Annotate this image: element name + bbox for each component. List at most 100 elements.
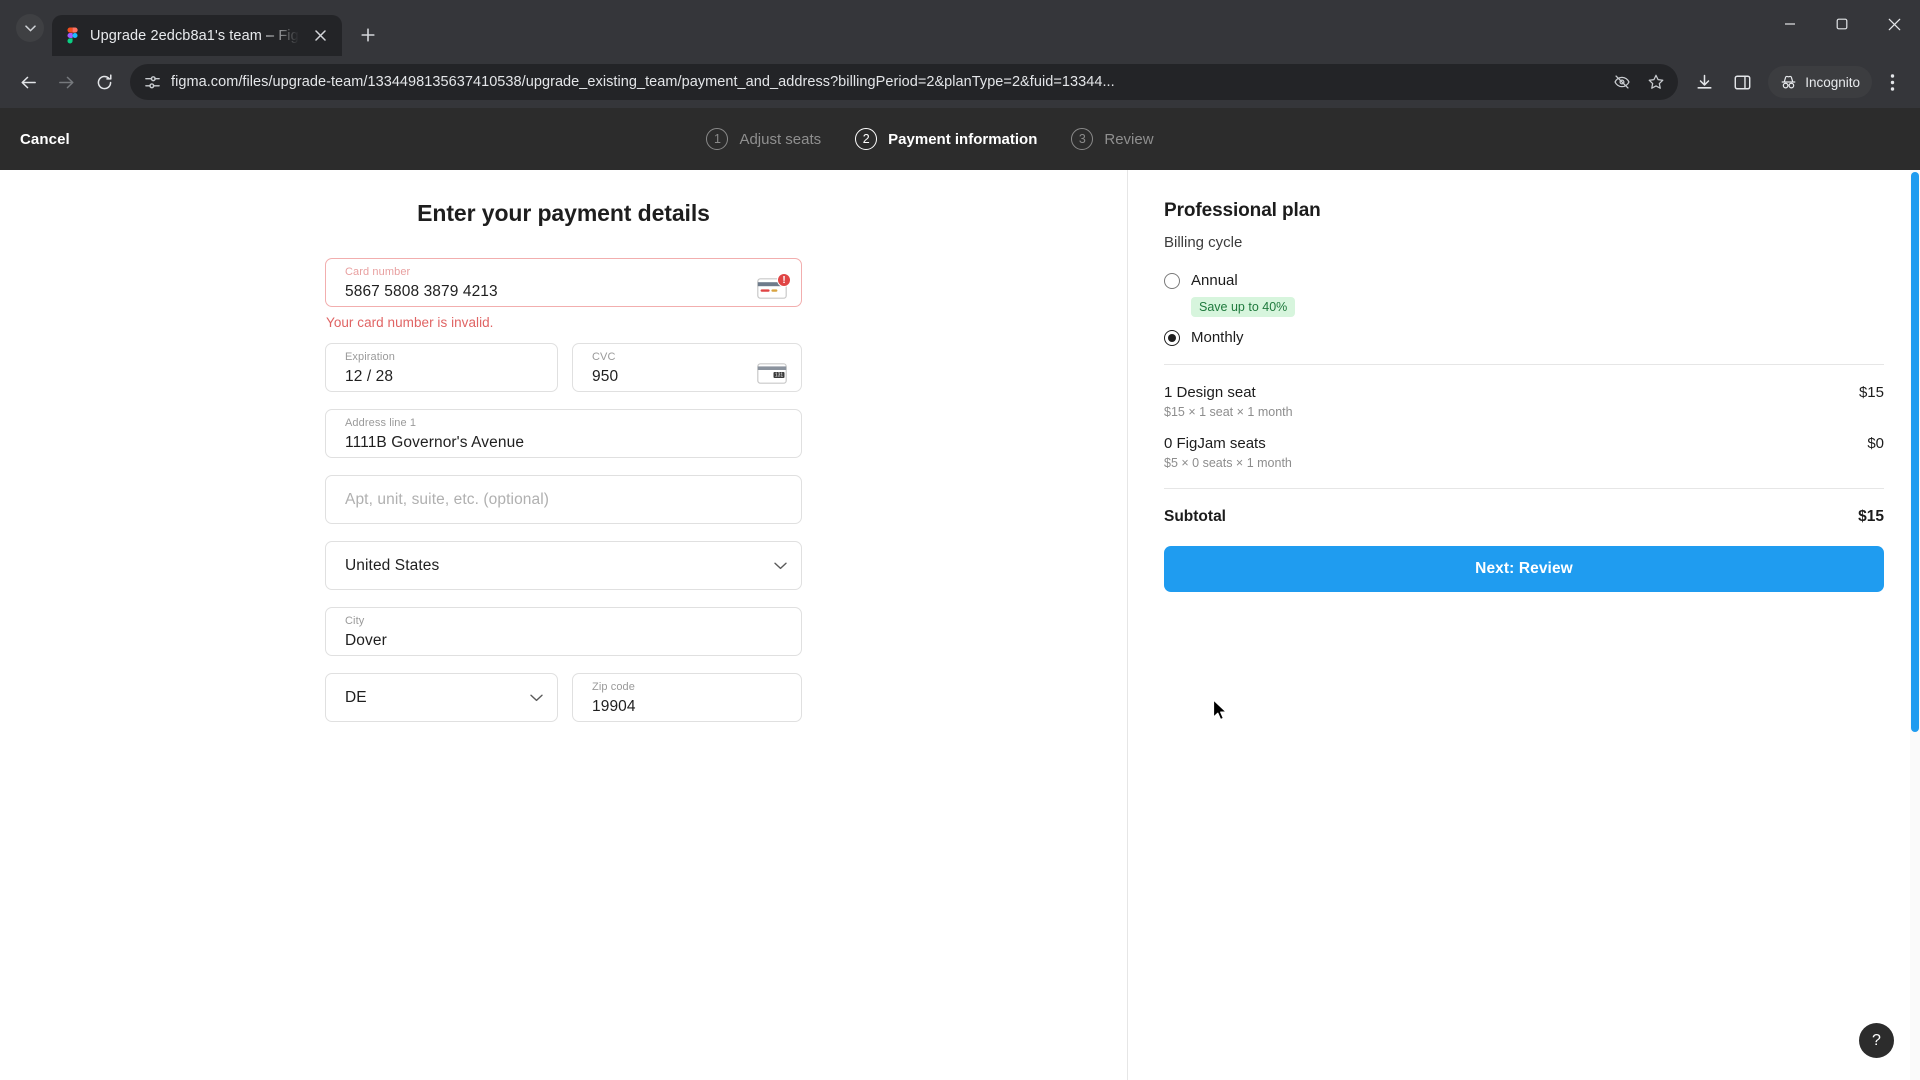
plan-title: Professional plan: [1164, 200, 1321, 221]
step-label: Review: [1104, 130, 1154, 148]
tracking-protection-icon[interactable]: [1608, 68, 1636, 96]
step-label: Adjust seats: [739, 130, 822, 148]
payment-form-column: Enter your payment details Card number 5…: [0, 170, 1127, 1080]
billing-cycle-label: Billing cycle: [1164, 234, 1243, 251]
address-line-1-field[interactable]: Address line 1 1111B Governor's Avenue: [325, 409, 802, 458]
step-number: 1: [706, 128, 729, 150]
subtotal-label: Subtotal: [1164, 508, 1226, 525]
reload-button[interactable]: [86, 64, 122, 100]
radio-icon: [1164, 272, 1180, 289]
tab-title: Upgrade 2edcb8a1's team – Fig: [90, 27, 299, 44]
line-item-detail: $5 × 0 seats × 1 month: [1164, 456, 1292, 470]
browser-tab[interactable]: Upgrade 2edcb8a1's team – Fig: [52, 15, 342, 56]
tab-strip: Upgrade 2edcb8a1's team – Fig: [0, 0, 1920, 56]
city-field[interactable]: City Dover: [325, 607, 802, 656]
side-panel-button[interactable]: [1724, 64, 1760, 100]
step-number: 2: [855, 128, 878, 150]
address-bar[interactable]: figma.com/files/upgrade-team/13344981356…: [130, 64, 1679, 100]
address-line-2-placeholder: Apt, unit, suite, etc. (optional): [345, 490, 550, 508]
expiration-field[interactable]: Expiration 12 / 28: [325, 343, 558, 392]
billing-option-label: Annual: [1191, 272, 1238, 289]
tab-search-button[interactable]: [16, 14, 44, 42]
close-icon: [1888, 18, 1900, 30]
cvc-field[interactable]: CVC 950 131: [572, 343, 802, 392]
step-adjust-seats[interactable]: 1 Adjust seats: [706, 128, 821, 150]
cancel-button[interactable]: Cancel: [20, 131, 70, 148]
browser-toolbar: figma.com/files/upgrade-team/13344981356…: [0, 56, 1920, 108]
maximize-icon: [1836, 18, 1848, 30]
expiration-cvc-row: Expiration 12 / 28 CVC 950 131: [325, 343, 802, 392]
omnibox-actions: [1608, 68, 1670, 96]
country-select[interactable]: United States: [325, 541, 802, 590]
chrome-menu-button[interactable]: [1874, 64, 1910, 100]
address-line-2-field[interactable]: Apt, unit, suite, etc. (optional): [325, 475, 802, 524]
page-content: Cancel 1 Adjust seats 2 Payment informat…: [0, 108, 1920, 1080]
step-payment-information[interactable]: 2 Payment information: [855, 128, 1037, 150]
save-badge: Save up to 40%: [1191, 297, 1296, 317]
scrollbar-thumb[interactable]: [1911, 172, 1919, 732]
chevron-down-icon: [774, 562, 787, 570]
divider: [1164, 364, 1884, 365]
page-scrollbar[interactable]: [1910, 170, 1920, 1080]
reload-icon: [97, 73, 112, 89]
state-value: DE: [345, 688, 367, 706]
forward-button[interactable]: [48, 64, 84, 100]
card-number-value: 5867 5808 3879 4213: [345, 282, 498, 300]
upgrade-header: Cancel 1 Adjust seats 2 Payment informat…: [0, 108, 1920, 170]
line-item-price: $15: [1858, 384, 1884, 401]
url-text: figma.com/files/upgrade-team/13344981356…: [171, 74, 1115, 90]
billing-option-annual[interactable]: Annual: [1164, 272, 1884, 289]
browser-window: Upgrade 2edcb8a1's team – Fig figma.com/…: [0, 0, 1920, 1080]
close-window-button[interactable]: [1868, 0, 1920, 48]
back-button[interactable]: [10, 64, 46, 100]
state-select[interactable]: DE: [325, 673, 558, 722]
downloads-button[interactable]: [1686, 64, 1722, 100]
card-number-field[interactable]: Card number 5867 5808 3879 4213 !: [325, 258, 802, 307]
payment-form: Enter your payment details Card number 5…: [325, 170, 802, 722]
plus-icon: [361, 28, 375, 42]
minimize-icon: [1785, 23, 1795, 25]
forward-arrow-icon: [58, 76, 74, 88]
line-item-detail: $15 × 1 seat × 1 month: [1164, 405, 1293, 419]
help-button[interactable]: ?: [1859, 1023, 1894, 1058]
minimize-button[interactable]: [1764, 0, 1816, 48]
subtotal-row: Subtotal $15: [1164, 508, 1884, 526]
site-settings-icon[interactable]: [144, 74, 161, 91]
divider: [1164, 488, 1884, 489]
svg-text:131: 131: [775, 373, 784, 379]
next-review-button[interactable]: Next: Review: [1164, 546, 1884, 592]
cvc-label: CVC: [592, 351, 616, 363]
download-icon: [1697, 74, 1712, 89]
order-summary-panel: Professional plan Billing cycle Annual S…: [1127, 170, 1920, 1080]
step-label: Payment information: [888, 130, 1038, 148]
step-review[interactable]: 3 Review: [1071, 128, 1154, 150]
window-controls: [1764, 0, 1920, 48]
line-item-name: 0 FigJam seats: [1164, 435, 1266, 452]
tab-search-area: [8, 0, 52, 56]
line-item-design-seat: 1 Design seat $15 $15 × 1 seat × 1 month: [1164, 384, 1884, 419]
expiration-label: Expiration: [345, 351, 395, 363]
cvc-value: 950: [592, 367, 619, 385]
country-value: United States: [345, 556, 440, 574]
incognito-profile-button[interactable]: Incognito: [1768, 66, 1872, 98]
billing-option-label: Monthly: [1191, 329, 1244, 346]
billing-option-monthly[interactable]: Monthly: [1164, 329, 1884, 346]
close-icon[interactable]: [308, 24, 332, 48]
city-label: City: [345, 615, 365, 627]
zip-code-field[interactable]: Zip code 19904: [572, 673, 802, 722]
line-item-price: $0: [1867, 435, 1884, 452]
expiration-value: 12 / 28: [345, 367, 394, 385]
new-tab-button[interactable]: [350, 17, 386, 53]
side-panel-icon: [1734, 75, 1751, 89]
page-title: Enter your payment details: [417, 200, 710, 226]
address-line-1-label: Address line 1: [345, 417, 417, 429]
card-brand-icon: !: [757, 273, 791, 299]
bookmark-star-icon[interactable]: [1642, 68, 1670, 96]
address-line-1-value: 1111B Governor's Avenue: [345, 433, 525, 451]
line-item-figjam-seats: 0 FigJam seats $0 $5 × 0 seats × 1 month: [1164, 435, 1884, 470]
maximize-button[interactable]: [1816, 0, 1868, 48]
subtotal-value: $15: [1858, 508, 1884, 525]
checkout-stepper: 1 Adjust seats 2 Payment information 3 R…: [706, 128, 1213, 150]
incognito-icon: [1781, 75, 1796, 88]
chevron-down-icon: [24, 24, 36, 32]
